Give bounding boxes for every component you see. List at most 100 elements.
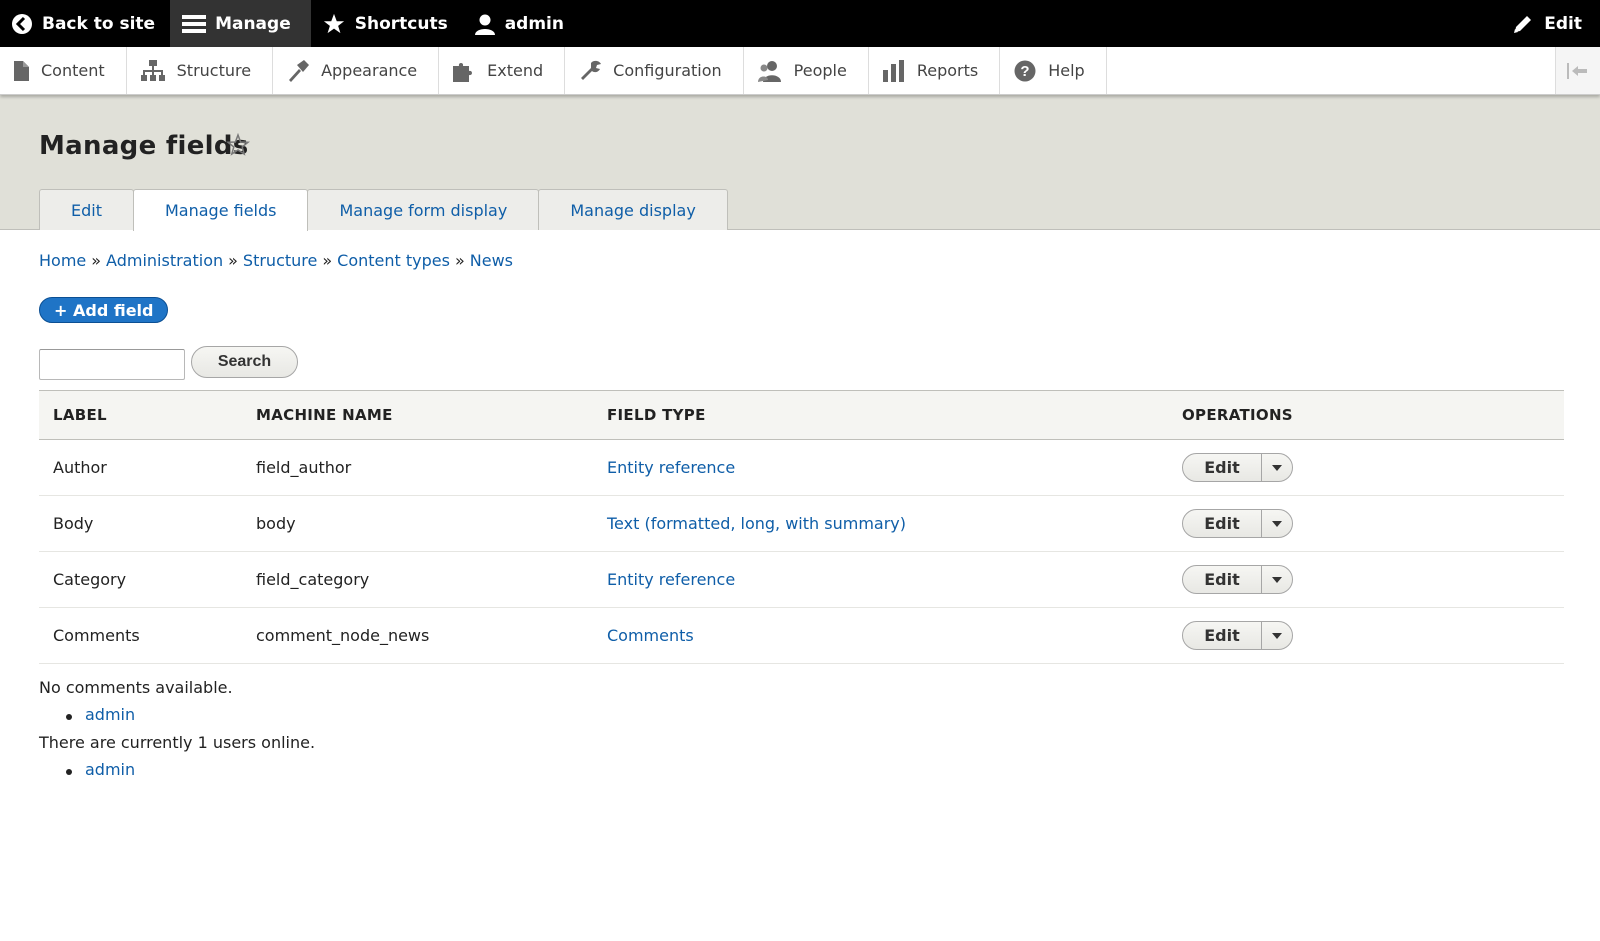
star-icon xyxy=(323,13,344,33)
shortcut-star-icon[interactable] xyxy=(226,133,250,157)
header-label: LABEL xyxy=(53,406,107,424)
table-row: Category field_category Entity reference… xyxy=(39,551,1564,608)
add-field-button[interactable]: + Add field xyxy=(39,297,169,323)
search-button[interactable]: Search xyxy=(191,346,298,378)
operations-dropbutton: Edit xyxy=(1182,621,1293,650)
sitemap-icon xyxy=(140,59,165,81)
tray-orientation-toggle[interactable] xyxy=(1555,47,1600,94)
tray-item-reports[interactable]: Reports xyxy=(869,47,1001,94)
tray-item-extend[interactable]: Extend xyxy=(439,47,566,94)
edit-button[interactable]: Edit xyxy=(1183,566,1262,593)
tray-item-help[interactable]: ? Help xyxy=(1000,47,1107,94)
breadcrumb-separator: » xyxy=(322,251,333,270)
tray-item-label: Appearance xyxy=(321,61,418,80)
breadcrumb-news[interactable]: News xyxy=(470,251,513,270)
toolbar-edit-button[interactable]: Edit xyxy=(1512,0,1582,47)
breadcrumb-home[interactable]: Home xyxy=(39,251,86,270)
users-online-text: There are currently 1 users online. xyxy=(39,733,316,752)
manage-tab[interactable]: Manage xyxy=(170,0,311,47)
tray-item-label: Structure xyxy=(176,61,252,80)
tray-item-label: Reports xyxy=(916,61,979,80)
user-link[interactable]: admin xyxy=(85,760,135,779)
tray-item-label: Configuration xyxy=(613,61,722,80)
breadcrumb-administration[interactable]: Administration xyxy=(106,251,223,270)
no-comments-text: No comments available. xyxy=(39,678,233,697)
tray-item-appearance[interactable]: Appearance xyxy=(273,47,440,94)
dropbutton-toggle[interactable] xyxy=(1262,622,1292,649)
tab-manage-display[interactable]: Manage display xyxy=(538,189,728,230)
tab-manage-fields[interactable]: Manage fields xyxy=(132,189,309,231)
shortcuts-label: Shortcuts xyxy=(354,13,448,34)
caret-down-icon xyxy=(1272,464,1282,471)
help-icon: ? xyxy=(1014,60,1036,81)
user-tab[interactable]: admin xyxy=(463,0,579,47)
admin-menu-tray: Content Structure Appearance Extend Conf… xyxy=(0,47,1600,95)
edit-button[interactable]: Edit xyxy=(1183,622,1262,649)
operations-dropbutton: Edit xyxy=(1182,565,1293,594)
people-icon xyxy=(757,60,781,82)
field-type-link[interactable]: Entity reference xyxy=(607,570,735,589)
user-link[interactable]: admin xyxy=(85,705,135,724)
manage-label: Manage xyxy=(215,13,291,34)
document-icon xyxy=(14,60,29,81)
user-icon xyxy=(474,14,495,35)
header-field-type: FIELD TYPE xyxy=(607,406,706,424)
tab-manage-form-display[interactable]: Manage form display xyxy=(307,189,540,230)
back-arrow-icon xyxy=(12,13,32,34)
list-item: admin xyxy=(66,760,135,779)
field-machine-name: field_author xyxy=(242,439,593,496)
field-type-link[interactable]: Comments xyxy=(607,626,694,645)
table-row: Comments comment_node_news Comments Edit xyxy=(39,607,1564,664)
dropbutton-toggle[interactable] xyxy=(1262,454,1292,481)
table-header-row: LABEL MACHINE NAME FIELD TYPE OPERATIONS xyxy=(39,390,1564,440)
breadcrumb-separator: » xyxy=(454,251,465,270)
tray-item-structure[interactable]: Structure xyxy=(127,47,274,94)
toolbar-edit-label: Edit xyxy=(1544,13,1582,34)
field-type-link[interactable]: Text (formatted, long, with summary) xyxy=(607,514,906,533)
tab-edit[interactable]: Edit xyxy=(39,189,134,230)
breadcrumb: Home » Administration » Structure » Cont… xyxy=(39,251,513,270)
paintbrush-icon xyxy=(289,59,310,82)
field-label: Author xyxy=(39,439,242,496)
menu-icon xyxy=(182,14,207,33)
field-type-link[interactable]: Entity reference xyxy=(607,458,735,477)
wrench-icon xyxy=(581,60,602,80)
breadcrumb-structure[interactable]: Structure xyxy=(243,251,317,270)
table-row: Author field_author Entity reference Edi… xyxy=(39,439,1564,496)
primary-tabs: Edit Manage fields Manage form display M… xyxy=(39,189,728,231)
tray-item-label: People xyxy=(793,61,847,80)
caret-down-icon xyxy=(1272,520,1282,527)
caret-down-icon xyxy=(1272,632,1282,639)
operations-dropbutton: Edit xyxy=(1182,453,1293,482)
edit-button[interactable]: Edit xyxy=(1183,454,1262,481)
svg-text:?: ? xyxy=(1021,63,1030,80)
shortcuts-tab[interactable]: Shortcuts xyxy=(311,0,463,47)
field-label: Body xyxy=(39,495,242,552)
bar-chart-icon xyxy=(882,59,904,82)
puzzle-icon xyxy=(453,62,473,82)
user-label: admin xyxy=(504,13,564,34)
tray-item-people[interactable]: People xyxy=(744,47,869,94)
field-label: Category xyxy=(39,551,242,608)
page-header: Manage fields Edit Manage fields Manage … xyxy=(0,95,1600,231)
tray-item-content[interactable]: Content xyxy=(0,47,127,94)
tray-item-configuration[interactable]: Configuration xyxy=(565,47,744,94)
tray-item-label: Content xyxy=(41,61,105,80)
breadcrumb-content-types[interactable]: Content types xyxy=(337,251,450,270)
edit-button[interactable]: Edit xyxy=(1183,510,1262,537)
page-title: Manage fields xyxy=(39,131,249,161)
dropbutton-toggle[interactable] xyxy=(1262,566,1292,593)
tray-item-label: Help xyxy=(1048,61,1085,80)
pencil-icon xyxy=(1514,15,1532,33)
back-to-site-label: Back to site xyxy=(42,13,156,34)
user-list: admin xyxy=(66,705,135,724)
operations-dropbutton: Edit xyxy=(1182,509,1293,538)
fields-table: LABEL MACHINE NAME FIELD TYPE OPERATIONS… xyxy=(39,390,1564,664)
caret-down-icon xyxy=(1272,576,1282,583)
search-input[interactable] xyxy=(39,349,185,380)
field-machine-name: field_category xyxy=(242,551,593,608)
table-row: Body body Text (formatted, long, with su… xyxy=(39,495,1564,552)
back-to-site-link[interactable]: Back to site xyxy=(0,0,170,47)
dropbutton-toggle[interactable] xyxy=(1262,510,1292,537)
admin-toolbar: Back to site Manage Shortcuts admin Edit xyxy=(0,0,1600,47)
